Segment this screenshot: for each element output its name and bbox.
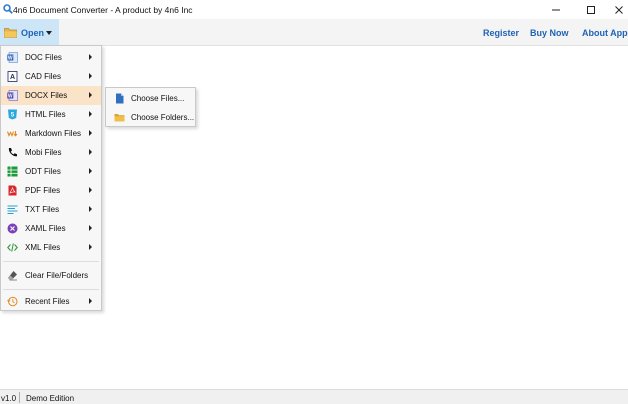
- menu-item-pdf-files[interactable]: PDF Files: [1, 181, 101, 200]
- svg-text:A: A: [10, 74, 15, 81]
- menu-item-mobi-files[interactable]: Mobi Files: [1, 143, 101, 162]
- menu-item-odt-files[interactable]: ODT Files: [1, 162, 101, 181]
- menu-item-label: Clear File/Folders: [25, 271, 89, 280]
- menu-item-cad-files[interactable]: A CAD Files: [1, 67, 101, 86]
- menu-item-xml-files[interactable]: XML Files: [1, 238, 101, 257]
- buy-now-link[interactable]: Buy Now: [530, 28, 569, 38]
- folder-open-icon: [4, 28, 17, 38]
- cad-icon: A: [7, 71, 18, 82]
- maximize-icon: [587, 5, 595, 14]
- txt-icon: [7, 205, 18, 214]
- menu-item-label: Recent Files: [25, 297, 70, 306]
- menu-item-clear-file-folders[interactable]: Clear File/Folders: [1, 266, 101, 285]
- chevron-right-icon: [89, 206, 92, 212]
- chevron-right-icon: [89, 187, 92, 193]
- menu-item-label: Mobi Files: [25, 148, 62, 157]
- folder-icon: [114, 114, 125, 122]
- minimize-button[interactable]: [541, 0, 571, 19]
- menu-item-doc-files[interactable]: W DOC Files: [1, 48, 101, 67]
- register-link[interactable]: Register: [483, 28, 519, 38]
- minimize-icon: [552, 9, 560, 10]
- open-button-label: Open: [21, 28, 45, 38]
- menu-separator: [3, 289, 99, 290]
- eraser-icon: [8, 271, 17, 281]
- docx-submenu: Choose Files... Choose Folders...: [105, 87, 196, 127]
- menu-item-label: HTML Files: [25, 110, 66, 119]
- doc-icon: W: [7, 52, 18, 63]
- menu-item-label: DOCX Files: [25, 91, 68, 100]
- svg-text:W: W: [8, 93, 13, 99]
- pdf-icon: [8, 185, 17, 196]
- odt-icon: [7, 166, 18, 177]
- chevron-down-icon: [46, 31, 52, 35]
- xaml-icon: [7, 223, 18, 234]
- open-button[interactable]: Open: [0, 19, 59, 46]
- choose-folders-label: Choose Folders...: [131, 113, 195, 122]
- window-title: 4n6 Document Converter - A product by 4n…: [13, 5, 193, 15]
- menu-item-xaml-files[interactable]: XAML Files: [1, 219, 101, 238]
- status-bar: v1.0 Demo Edition: [0, 389, 628, 404]
- menu-item-label: ODT Files: [25, 167, 61, 176]
- choose-files-label: Choose Files...: [131, 94, 185, 103]
- markdown-icon: [7, 131, 18, 137]
- menu-item-label: PDF Files: [25, 186, 61, 195]
- menu-item-html-files[interactable]: 5 HTML Files: [1, 105, 101, 124]
- chevron-right-icon: [89, 73, 92, 79]
- docx-icon: W: [7, 90, 18, 101]
- chevron-right-icon: [89, 168, 92, 174]
- choose-files-item[interactable]: Choose Files...: [106, 89, 195, 108]
- chevron-right-icon: [89, 149, 92, 155]
- menu-item-docx-files[interactable]: W DOCX Files: [1, 86, 101, 105]
- recent-history-icon: [7, 296, 18, 307]
- open-dropdown-menu: W DOC Files A CAD Files W DOCX Files 5 H…: [0, 45, 102, 311]
- chevron-right-icon: [89, 130, 92, 136]
- version-text: v1.0: [1, 394, 17, 403]
- html-icon: 5: [8, 109, 17, 120]
- xml-icon: [7, 243, 18, 252]
- menu-item-recent-files[interactable]: Recent Files: [1, 292, 101, 311]
- menu-item-label: Markdown Files: [25, 129, 82, 138]
- chevron-right-icon: [89, 54, 92, 60]
- about-app-link[interactable]: About App: [582, 28, 628, 38]
- menu-item-label: CAD Files: [25, 72, 62, 81]
- close-icon: [615, 5, 623, 14]
- close-button[interactable]: [604, 0, 628, 19]
- file-icon: [116, 93, 124, 104]
- edition-text: Demo Edition: [26, 394, 75, 403]
- toolbar: Open Register Buy Now About App: [0, 19, 628, 46]
- chevron-right-icon: [89, 298, 92, 304]
- title-bar: 4n6 Document Converter - A product by 4n…: [0, 0, 628, 19]
- mobi-icon: [8, 148, 17, 157]
- choose-folders-item[interactable]: Choose Folders...: [106, 108, 195, 127]
- menu-item-label: XAML Files: [25, 224, 66, 233]
- maximize-button[interactable]: [576, 0, 606, 19]
- menu-item-label: XML Files: [25, 243, 61, 252]
- chevron-right-icon: [89, 244, 92, 250]
- app-window: 4n6 Document Converter - A product by 4n…: [0, 0, 628, 404]
- svg-text:W: W: [8, 55, 13, 61]
- menu-item-txt-files[interactable]: TXT Files: [1, 200, 101, 219]
- chevron-right-icon: [89, 92, 92, 98]
- menu-item-label: TXT Files: [25, 205, 60, 214]
- menu-item-markdown-files[interactable]: Markdown Files: [1, 124, 101, 143]
- app-logo-icon: [3, 4, 13, 14]
- menu-item-label: DOC Files: [25, 53, 62, 62]
- menu-separator: [3, 261, 99, 262]
- chevron-right-icon: [89, 111, 92, 117]
- status-divider: [19, 392, 20, 403]
- chevron-right-icon: [89, 225, 92, 231]
